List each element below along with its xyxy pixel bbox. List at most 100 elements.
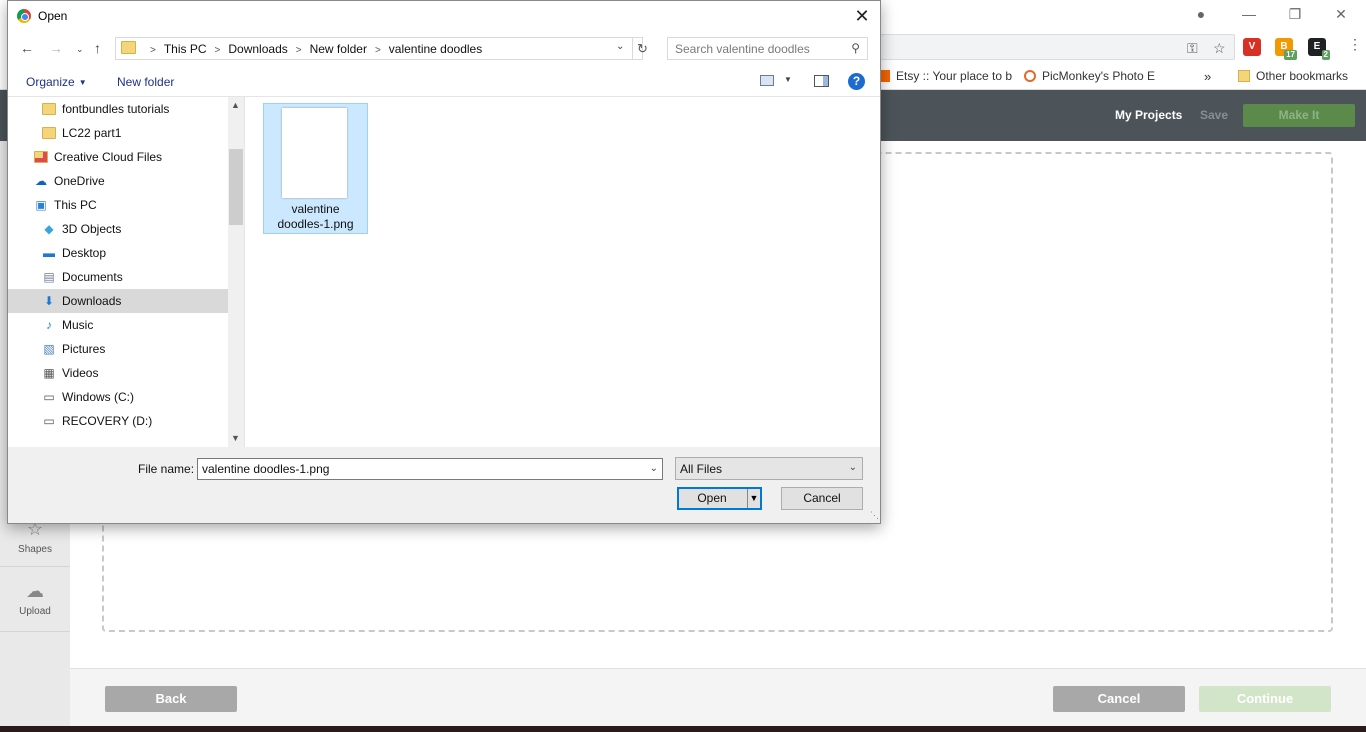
taskbar-edge <box>0 726 1366 732</box>
nav-tree-item[interactable]: ▦ Videos <box>8 361 228 385</box>
new-folder-button[interactable]: New folder <box>117 75 174 89</box>
nav-tree-label: RECOVERY (D:) <box>62 414 153 428</box>
my-projects-link[interactable]: My Projects <box>1115 108 1182 122</box>
breadcrumb-item[interactable]: valentine doodles <box>389 42 482 56</box>
breadcrumb-item[interactable]: This PC <box>164 42 207 56</box>
pictures-icon: ▧ <box>43 342 55 356</box>
file-name-field[interactable]: valentine doodles-1.png ⌄ <box>197 458 663 480</box>
save-button[interactable]: Save <box>1200 108 1228 122</box>
caret-down-icon[interactable]: ▼ <box>784 75 792 84</box>
nav-tree-label: Creative Cloud Files <box>54 150 163 164</box>
search-input[interactable] <box>668 38 844 59</box>
make-it-button[interactable]: Make It <box>1243 104 1355 127</box>
dialog-title: Open <box>38 9 68 23</box>
nav-tree-item[interactable]: ▣ This PC <box>8 193 228 217</box>
dialog-titlebar: Open ✕ <box>8 1 880 31</box>
up-arrow-icon[interactable]: ↑ <box>94 40 101 56</box>
help-icon[interactable]: ? <box>848 73 865 90</box>
folder-icon <box>1238 70 1250 82</box>
back-button[interactable]: Back <box>105 686 237 712</box>
breadcrumb-separator-icon[interactable]: > <box>215 45 221 56</box>
bookmark-star-icon[interactable]: ☆ <box>1213 40 1226 57</box>
close-icon[interactable]: ✕ <box>850 5 874 27</box>
extension-icon[interactable]: B 17 <box>1275 38 1297 60</box>
bookmark-other[interactable]: Other bookmarks <box>1238 69 1348 83</box>
nav-tree-item[interactable]: ⬇ Downloads <box>8 289 228 313</box>
bookmarks-overflow-icon[interactable]: » <box>1204 69 1211 84</box>
drive-icon: ▭ <box>43 390 55 404</box>
open-split-caret-icon[interactable]: ▼ <box>747 489 760 508</box>
command-bar: Organize ▼ New folder ▼ ? <box>8 67 880 97</box>
forward-arrow-icon[interactable]: → <box>49 40 63 56</box>
back-arrow-icon[interactable]: ← <box>20 40 34 56</box>
extension-icon[interactable]: V <box>1243 38 1261 56</box>
nav-tree-item[interactable]: fontbundles tutorials <box>8 97 228 121</box>
rail-shapes[interactable]: ☆ Shapes <box>0 519 70 555</box>
scroll-down-icon[interactable]: ▼ <box>231 433 240 443</box>
breadcrumb-item[interactable]: New folder <box>310 42 367 56</box>
chevron-down-icon: ⌄ <box>848 462 857 473</box>
preview-pane-icon[interactable] <box>814 75 829 87</box>
nav-tree-item[interactable]: ▭ Windows (C:) <box>8 385 228 409</box>
chevron-down-icon[interactable]: ⌄ <box>616 41 624 52</box>
nav-scrollbar[interactable]: ▲ ▼ <box>228 97 244 447</box>
breadcrumb-item[interactable]: Downloads <box>228 42 287 56</box>
nav-tree-label: Windows (C:) <box>62 390 135 404</box>
3d-objects-icon: ◆ <box>44 222 54 236</box>
folder-icon <box>121 41 136 54</box>
nav-tree-item[interactable]: ▭ RECOVERY (D:) <box>8 409 228 433</box>
bookmark-etsy[interactable]: Etsy :: Your place to b <box>878 69 1012 83</box>
file-name-label: File name: <box>138 462 195 476</box>
breadcrumb-separator-icon[interactable]: > <box>375 45 381 56</box>
file-item[interactable]: valentine doodles-1.png <box>263 103 368 234</box>
browser-menu-icon[interactable]: ⋮ <box>1348 36 1362 53</box>
drive-icon: ▭ <box>43 414 55 428</box>
nav-tree-item[interactable]: ☁ OneDrive <box>8 169 228 193</box>
file-type-select[interactable]: All Files ⌄ <box>675 457 863 480</box>
breadcrumb-separator-icon[interactable]: > <box>296 45 302 56</box>
breadcrumb-separator-icon[interactable]: > <box>150 45 156 56</box>
creative-cloud-folder-icon <box>34 151 48 163</box>
music-icon: ♪ <box>46 318 52 332</box>
restore-icon[interactable]: ❐ <box>1284 4 1306 24</box>
rail-upload[interactable]: ☁ Upload <box>0 581 70 617</box>
bookmark-picmonkey[interactable]: PicMonkey's Photo E <box>1024 69 1155 83</box>
scroll-thumb[interactable] <box>229 149 243 225</box>
file-list: valentine doodles-1.png <box>244 97 880 447</box>
path-bar[interactable]: > This PC > Downloads > New folder > valentine … <box>115 37 648 60</box>
scroll-up-icon[interactable]: ▲ <box>231 100 240 110</box>
nav-tree-item[interactable]: ▧ Pictures <box>8 337 228 361</box>
profile-icon[interactable]: ● <box>1190 4 1212 24</box>
resize-grip-icon[interactable]: ⋱ <box>870 510 879 521</box>
continue-button[interactable]: Continue <box>1199 686 1331 712</box>
nav-tree-item[interactable]: Creative Cloud Files <box>8 145 228 169</box>
rail-divider <box>0 631 70 632</box>
dialog-navbar: ← → ⌄ ↑ > This PC > Downloads > New folder > va… <box>8 31 880 67</box>
open-button[interactable]: Open ▼ <box>677 487 762 510</box>
address-bar[interactable]: ⚿ ☆ <box>880 34 1235 60</box>
nav-tree-item[interactable]: ▬ Desktop <box>8 241 228 265</box>
documents-icon: ▤ <box>43 270 55 284</box>
cancel-button[interactable]: Cancel <box>781 487 863 510</box>
nav-tree-item[interactable]: ◆ 3D Objects <box>8 217 228 241</box>
minimize-icon[interactable]: — <box>1238 4 1260 24</box>
search-icon[interactable]: ⚲ <box>851 41 860 55</box>
nav-tree-label: Desktop <box>62 246 107 260</box>
key-icon[interactable]: ⚿ <box>1187 40 1198 57</box>
nav-tree-item[interactable]: LC22 part1 <box>8 121 228 145</box>
footer-cancel-button[interactable]: Cancel <box>1053 686 1185 712</box>
chevron-down-icon[interactable]: ⌄ <box>650 463 658 474</box>
search-box: ⚲ <box>667 37 868 60</box>
nav-tree-item[interactable]: ▤ Documents <box>8 265 228 289</box>
extension-badge: 2 <box>1321 50 1330 60</box>
recent-locations-chevron-icon[interactable]: ⌄ <box>76 44 84 55</box>
nav-tree-item[interactable]: ♪ Music <box>8 313 228 337</box>
organize-menu[interactable]: Organize ▼ <box>26 75 87 89</box>
refresh-icon[interactable]: ↻ <box>632 38 648 59</box>
upload-cloud-icon: ☁ <box>26 581 44 601</box>
dialog-bottom-bar: File name: valentine doodles-1.png ⌄ All… <box>8 447 880 523</box>
close-window-icon[interactable]: ✕ <box>1330 4 1352 24</box>
extension-icon[interactable]: E2 <box>1308 38 1330 60</box>
nav-tree-label: Videos <box>62 366 99 380</box>
change-view-icon[interactable] <box>760 75 774 86</box>
